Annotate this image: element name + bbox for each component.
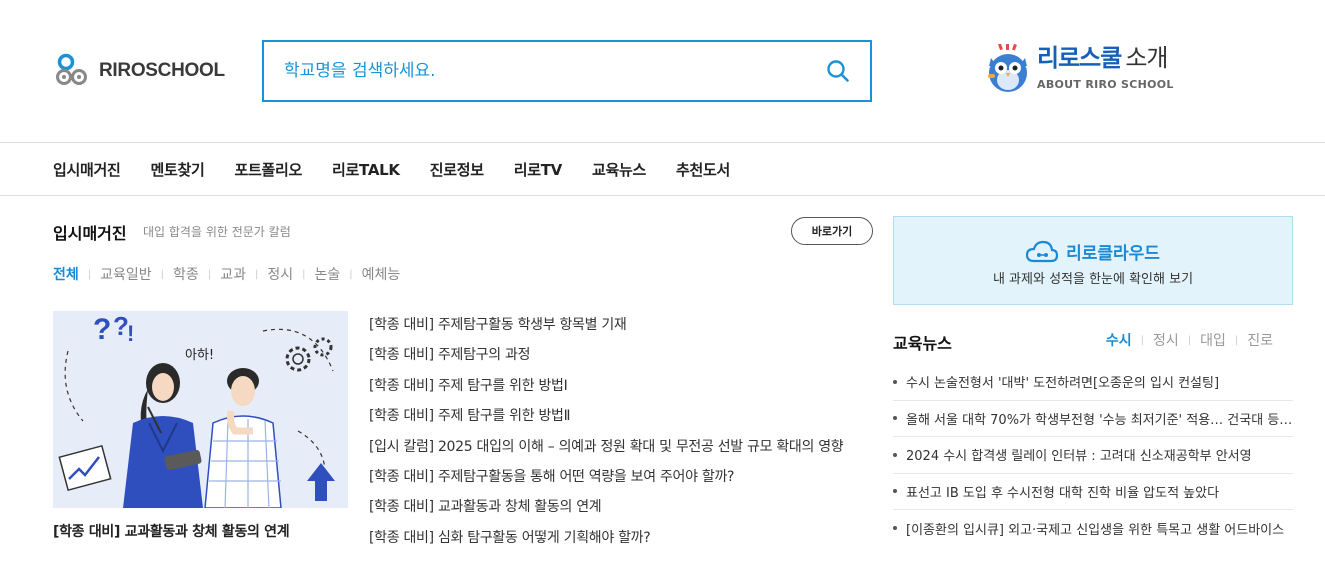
nav-item-riro-talk[interactable]: 리로TALK [332, 159, 400, 180]
study-illustration: ? ? ! 아하! [53, 311, 348, 508]
bullet-icon [893, 416, 897, 421]
logo-text: RIROSCHOOL [99, 60, 225, 81]
edu-news-list: 수시 논술전형서 '대박' 도전하려면[오종운의 입시 컨설팅] 올해 서울 대… [893, 364, 1293, 547]
bullet-icon [893, 452, 897, 457]
svg-text:?: ? [93, 313, 111, 346]
about-subtitle: ABOUT RIRO SCHOOL [1037, 78, 1174, 91]
news-item[interactable]: [이종환의 입시큐] 외고·국제고 신입생을 위한 특목고 생활 어드바이스 [893, 510, 1293, 547]
tab-separator: | [87, 268, 92, 280]
article-item[interactable]: [입시 칼럼] 2025 대입의 이해 – 의예과 정원 확대 및 무전공 선발… [369, 436, 874, 466]
article-item[interactable]: [학종 대비] 심화 탐구활동 어떻게 기획해야 할까? [369, 527, 874, 557]
news-item-text: 2024 수시 합격생 릴레이 인터뷰 : 고려대 신소재공학부 안서영 [906, 449, 1252, 465]
news-tab-early-admission[interactable]: 수시 [1106, 330, 1132, 350]
illustration-aha-text: 아하! [185, 348, 214, 363]
news-item[interactable]: 수시 논술전형서 '대박' 도전하려면[오종운의 입시 컨설팅] [893, 364, 1293, 401]
tab-separator: | [1140, 334, 1144, 346]
tab-essay[interactable]: 논술 [314, 264, 340, 284]
tab-separator: | [160, 268, 165, 280]
nav-item-mentor[interactable]: 멘토찾기 [151, 159, 205, 180]
news-item[interactable]: 올해 서울 대학 70%가 학생부전형 '수능 최저기준' 적용… 건국대 등 … [893, 401, 1293, 437]
about-title: 리로스쿨 소개 [1037, 44, 1174, 72]
magazine-description: 대입 합격을 위한 전문가 칼럼 [143, 225, 291, 239]
site-header: RIROSCHOOL 리로스쿨소개 [0, 0, 1325, 142]
bullet-icon [893, 489, 897, 494]
riroschool-logo-icon [56, 53, 87, 85]
news-item-text: 표선고 IB 도입 후 수시전형 대학 진학 비율 압도적 높았다 [906, 485, 1220, 501]
about-riroschool-banner[interactable]: 리로스쿨 소개 ABOUT RIRO SCHOOL [985, 44, 1174, 94]
school-search-input[interactable] [264, 42, 806, 100]
news-tab-regular-admission[interactable]: 정시 [1153, 330, 1179, 350]
main-nav-items: 입시매거진 멘토찾기 포트폴리오 리로TALK 진로정보 리로TV 교육뉴스 추… [53, 143, 760, 195]
nav-item-magazine[interactable]: 입시매거진 [53, 159, 121, 180]
edu-news-title: 교육뉴스 [893, 334, 952, 353]
magazine-shortcut-button[interactable]: 바로가기 [791, 217, 873, 245]
nav-item-riro-tv[interactable]: 리로TV [514, 159, 563, 180]
riroschool-logo[interactable]: RIROSCHOOL [55, 52, 225, 90]
news-tab-university-admission[interactable]: 대입 [1200, 330, 1226, 350]
search-icon [827, 60, 849, 82]
tab-arts-sports[interactable]: 예체능 [362, 264, 401, 284]
owl-mascot-icon [988, 44, 1027, 92]
bullet-icon [893, 379, 897, 384]
nav-item-edu-news[interactable]: 교육뉴스 [592, 159, 646, 180]
tab-separator: | [207, 268, 212, 280]
tab-grades[interactable]: 교과 [220, 264, 246, 284]
article-item[interactable]: [학종 대비] 주제탐구활동 학생부 항목별 기재 [369, 314, 874, 344]
tab-separator: | [302, 268, 306, 280]
riro-cloud-description: 내 과제와 성적을 한눈에 확인해 보기 [992, 272, 1194, 287]
article-item[interactable]: [학종 대비] 주제 탐구를 위한 방법Ⅰ [369, 375, 874, 405]
bullet-icon [893, 526, 897, 531]
feature-article-image[interactable]: ? ? ! 아하! [53, 311, 348, 508]
news-item-text: [이종환의 입시큐] 외고·국제고 신입생을 위한 특목고 생활 어드바이스 [906, 522, 1285, 538]
feature-article-caption[interactable]: [학종 대비] 교과활동과 창체 활동의 연계 [53, 521, 290, 541]
riro-cloud-title: 리로클라우드 [1066, 244, 1160, 264]
school-search-box [262, 40, 872, 102]
svg-text:!: ! [127, 321, 134, 346]
main-nav: 입시매거진 멘토찾기 포트폴리오 리로TALK 진로정보 리로TV 교육뉴스 추… [0, 142, 1325, 196]
nav-item-portfolio[interactable]: 포트폴리오 [235, 159, 303, 180]
magazine-title: 입시매거진 [53, 224, 127, 243]
news-item[interactable]: 2024 수시 합격생 릴레이 인터뷰 : 고려대 신소재공학부 안서영 [893, 437, 1293, 474]
tab-separator: | [349, 268, 353, 280]
article-item[interactable]: [학종 대비] 주제 탐구를 위한 방법Ⅱ [369, 405, 874, 435]
cloud-icon [1026, 240, 1059, 262]
news-item-text: 수시 논술전형서 '대박' 도전하려면[오종운의 입시 컨설팅] [906, 376, 1220, 392]
edu-news-tabs: 수시 | 정시 | 대입 | 진로 [1106, 330, 1273, 350]
about-text-group: 리로스쿨 소개 ABOUT RIRO SCHOOL [1037, 44, 1174, 91]
riro-cloud-banner[interactable]: 리로클라우드 내 과제와 성적을 한눈에 확인해 보기 [893, 216, 1293, 305]
magazine-tabs: 전체 | 교육일반 | 학종 | 교과 | 정시 | 논술 | 예체능 [53, 264, 400, 284]
tab-student-record[interactable]: 학종 [173, 264, 199, 284]
about-title-suffix: 소개 [1125, 44, 1168, 72]
about-title-main: 리로스쿨 [1037, 44, 1122, 72]
tab-separator: | [1234, 334, 1239, 346]
news-tab-career[interactable]: 진로 [1247, 330, 1273, 350]
magazine-article-list: [학종 대비] 주제탐구활동 학생부 항목별 기재 [학종 대비] 주제탐구의 … [369, 314, 874, 557]
tab-separator: | [254, 268, 259, 280]
tab-separator: | [1187, 334, 1192, 346]
news-item[interactable]: 표선고 IB 도입 후 수시전형 대학 진학 비율 압도적 높았다 [893, 474, 1293, 510]
article-item[interactable]: [학종 대비] 주제탐구의 과정 [369, 344, 874, 374]
news-item-text: 올해 서울 대학 70%가 학생부전형 '수능 최저기준' 적용… 건국대 등 … [906, 412, 1293, 428]
tab-general-education[interactable]: 교육일반 [100, 264, 152, 284]
tab-regular-admission[interactable]: 정시 [267, 264, 293, 284]
nav-item-career-info[interactable]: 진로정보 [430, 159, 484, 180]
tab-all[interactable]: 전체 [53, 264, 79, 284]
riro-cloud-header: 리로클라우드 [894, 239, 1292, 264]
article-item[interactable]: [학종 대비] 주제탐구활동을 통해 어떤 역량을 보여 주어야 할까? [369, 466, 874, 496]
nav-item-recommended-books[interactable]: 추천도서 [676, 159, 730, 180]
article-item[interactable]: [학종 대비] 교과활동과 창체 활동의 연계 [369, 496, 874, 526]
search-button[interactable] [806, 42, 870, 100]
